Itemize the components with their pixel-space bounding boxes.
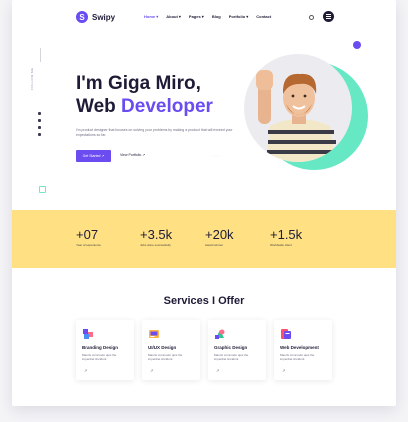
rail-label: FOLLOW ME (30, 67, 34, 90)
main-nav: Home ▾ About ▾ Pages ▾ Blog Portfolio ▾ … (144, 14, 271, 19)
services-title: Services I Offer (163, 295, 245, 307)
hero-description: I'm product designer that focuses on sol… (76, 128, 233, 137)
uiux-icon (149, 330, 159, 338)
nav-blog[interactable]: Blog (212, 14, 221, 19)
service-card-desc: Mauris commodo quis the imperdiet tincid… (148, 353, 183, 361)
logo-text: Swipy (92, 12, 116, 22)
stat-item: +3.5k Jobs done successfully (140, 227, 173, 248)
logo[interactable]: S Swipy (76, 11, 115, 23)
webdev-icon (281, 329, 291, 339)
search-icon[interactable] (309, 15, 314, 20)
service-card[interactable]: Graphic Design Mauris commodo quis the i… (208, 320, 266, 380)
stat-label: Year of experience (76, 243, 101, 247)
service-card[interactable]: Web Development Mauris commodo quis the … (274, 320, 332, 380)
hero-title-plain: Web (76, 96, 122, 117)
decor-dot-icon (353, 41, 361, 49)
arrow-icon[interactable]: ↗ (216, 368, 219, 373)
get-started-button[interactable]: Get Started ↗ (76, 150, 111, 162)
view-portfolio-link[interactable]: View Portfolio ↗ (120, 153, 145, 157)
hero-portrait (244, 54, 352, 162)
stat-item: +20k Award winner (205, 227, 234, 248)
arrow-icon[interactable]: ↗ (84, 368, 87, 373)
menu-icon[interactable] (323, 11, 334, 22)
service-card[interactable]: Branding Design Mauris commodo quis the … (76, 320, 134, 380)
stat-item: +07 Year of experience (76, 227, 101, 248)
arrow-icon[interactable]: ↗ (282, 368, 285, 373)
logo-mark-icon: S (76, 11, 88, 23)
hero-title-accent: Developer (121, 96, 213, 117)
hero-title-line2: Web Developer (76, 95, 213, 118)
service-card-title: Branding Design (82, 345, 119, 350)
branding-icon (83, 329, 93, 339)
hero-title-line1: I'm Giga Miro, (76, 73, 201, 94)
stat-value: +07 (76, 227, 99, 242)
nav-about[interactable]: About ▾ (166, 14, 181, 19)
service-card-title: Web Development (280, 345, 319, 350)
site-header: S Swipy Home ▾ About ▾ Pages ▾ Blog Port… (12, 0, 396, 36)
service-card[interactable]: UI/UX Design Mauris commodo quis the imp… (142, 320, 200, 380)
service-card-desc: Mauris commodo quis the imperdiet tincid… (82, 353, 117, 361)
stat-value: +3.5k (140, 227, 173, 242)
stat-value: +1.5k (270, 227, 303, 242)
stat-item: +1.5k Worldwide client (270, 227, 303, 248)
linkedin-icon[interactable] (38, 133, 41, 136)
stats-band: +07 Year of experience +3.5k Jobs done s… (12, 210, 396, 268)
service-card-title: Graphic Design (214, 345, 248, 350)
social-links (38, 112, 41, 136)
person-illustration-icon (256, 70, 337, 162)
service-card-desc: Mauris commodo quis the imperdiet tincid… (214, 353, 249, 361)
service-card-title: UI/UX Design (148, 345, 177, 350)
stat-label: Worldwide client (270, 243, 292, 247)
decor-square-icon (39, 186, 46, 193)
nav-home[interactable]: Home ▾ (144, 14, 158, 19)
nav-contact[interactable]: Contact (256, 14, 271, 19)
nav-pages[interactable]: Pages ▾ (189, 14, 204, 19)
twitter-icon[interactable] (38, 119, 41, 122)
stat-label: Award winner (205, 243, 224, 247)
instagram-icon[interactable] (38, 126, 41, 129)
stat-label: Jobs done successfully (140, 243, 171, 247)
facebook-icon[interactable] (38, 112, 41, 115)
rail-divider (40, 48, 41, 62)
page-frame: S Swipy Home ▾ About ▾ Pages ▾ Blog Port… (12, 0, 396, 406)
decor-dots-icon: ::::: (212, 153, 223, 158)
service-card-desc: Mauris commodo quis the imperdiet tincid… (280, 353, 315, 361)
nav-portfolio[interactable]: Portfolio ▾ (229, 14, 249, 19)
graphic-icon (215, 329, 225, 339)
hero-title: I'm Giga Miro, Web Developer (76, 72, 213, 118)
arrow-icon[interactable]: ↗ (150, 368, 153, 373)
stat-value: +20k (205, 227, 234, 242)
